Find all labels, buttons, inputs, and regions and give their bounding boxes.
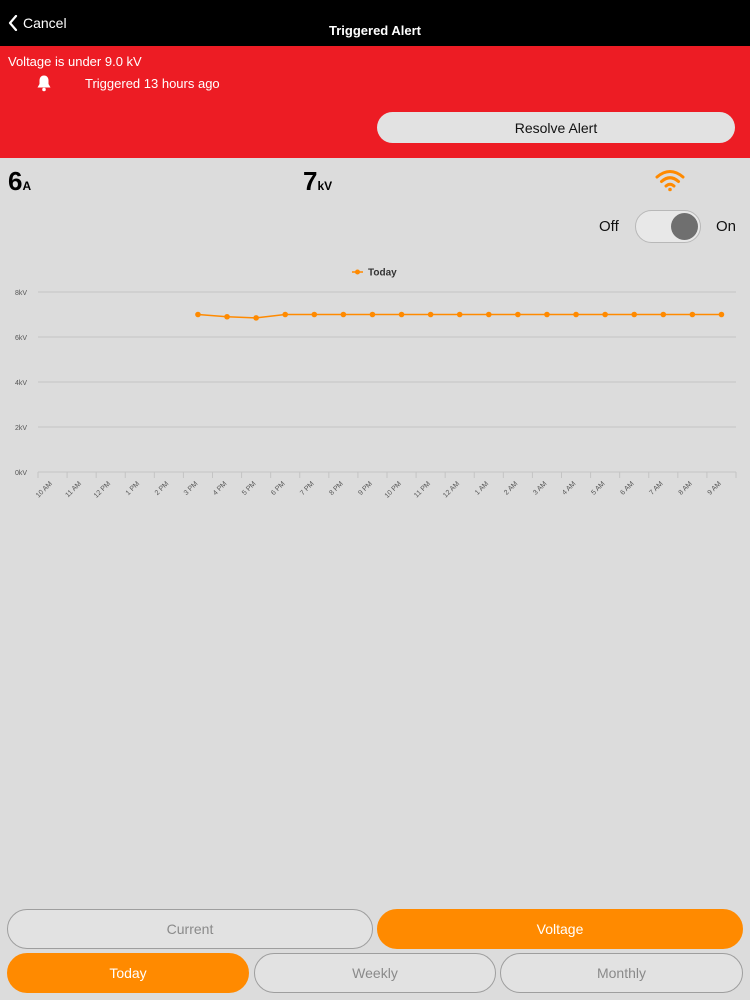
x-tick-label: 6 PM (270, 480, 287, 497)
voltage-unit: kV (317, 179, 333, 193)
data-point (660, 311, 667, 318)
resolve-alert-button[interactable]: Resolve Alert (377, 112, 735, 143)
x-tick-label: 4 PM (212, 480, 229, 497)
x-tick-label: 1 PM (125, 480, 142, 497)
data-point (718, 311, 725, 318)
y-tick-label: 8kV (15, 290, 27, 297)
data-point (456, 311, 463, 318)
tab-today[interactable]: Today (7, 953, 249, 993)
bell-icon (37, 75, 51, 92)
voltage-value: 7 (303, 166, 318, 196)
x-tick-label: 12 AM (442, 480, 461, 499)
alert-time: Triggered 13 hours ago (85, 76, 220, 91)
navigation-bar: Cancel Triggered Alert (0, 0, 750, 46)
data-point (224, 313, 230, 320)
x-tick-label: 11 PM (413, 480, 432, 499)
tab-monthly[interactable]: Monthly (500, 953, 743, 993)
toggle-on-label: On (716, 218, 737, 235)
x-tick-label: 4 AM (561, 480, 577, 496)
voltage-chart: 0kV 2kV 4kV 6kV 8kV 10 AM 11 AM 12 PM 1 PM 2 PM 3 … (15, 268, 737, 500)
page-title: Triggered Alert (329, 23, 421, 38)
x-tick-label: 3 PM (183, 480, 200, 497)
x-tick-label: 2 PM (154, 480, 171, 497)
current-unit: A (22, 179, 32, 193)
x-tick-label: 8 PM (328, 480, 345, 497)
data-point (602, 311, 608, 318)
current-value: 6 (8, 166, 23, 196)
x-tick-label: 1 AM (474, 480, 490, 496)
data-point (253, 315, 259, 321)
x-tick-label: 12 PM (93, 480, 112, 499)
y-tick-label: 0kV (15, 470, 27, 477)
x-tick-label: 9 PM (357, 480, 374, 497)
x-tick-label: 9 AM (707, 480, 723, 496)
data-point (340, 311, 347, 318)
data-point (573, 311, 579, 318)
alert-banner: Voltage is under 9.0 kV Triggered 13 hou… (0, 46, 750, 158)
data-point (195, 311, 201, 318)
x-tick-label: 11 AM (64, 480, 83, 499)
x-tick-label: 6 AM (619, 480, 635, 496)
voltage-reading: 7kV (303, 166, 332, 197)
y-tick-label: 2kV (15, 425, 27, 432)
toggle-knob (671, 213, 698, 240)
data-point (631, 311, 638, 318)
tab-voltage[interactable]: Voltage (377, 909, 743, 949)
toggle-off-label: Off (599, 218, 619, 235)
x-tick-label: 2 AM (503, 480, 519, 496)
current-reading: 6A (8, 166, 31, 197)
data-point (689, 311, 696, 318)
legend-label: Today (368, 268, 397, 279)
data-point (515, 311, 521, 318)
data-point (485, 311, 492, 318)
tab-current[interactable]: Current (7, 909, 373, 949)
x-tick-label: 5 AM (590, 480, 606, 496)
x-tick-label: 10 PM (384, 480, 403, 499)
data-point (427, 311, 434, 318)
data-point (282, 311, 289, 318)
wifi-icon (655, 170, 685, 192)
x-tick-label: 3 AM (532, 480, 548, 496)
y-tick-label: 6kV (15, 335, 27, 342)
data-point (369, 311, 376, 318)
x-tick-label: 7 AM (648, 480, 664, 496)
x-tick-label: 8 AM (678, 480, 694, 496)
data-point (544, 311, 550, 318)
data-point (311, 311, 318, 318)
power-toggle-switch[interactable] (635, 210, 701, 243)
tab-weekly[interactable]: Weekly (254, 953, 496, 993)
x-tick-label: 7 PM (299, 480, 316, 497)
y-tick-label: 4kV (15, 380, 27, 387)
alert-message: Voltage is under 9.0 kV (8, 54, 142, 69)
x-tick-label: 10 AM (35, 480, 54, 499)
x-tick-label: 5 PM (241, 480, 258, 497)
legend-marker (355, 269, 360, 275)
data-point (398, 311, 405, 318)
